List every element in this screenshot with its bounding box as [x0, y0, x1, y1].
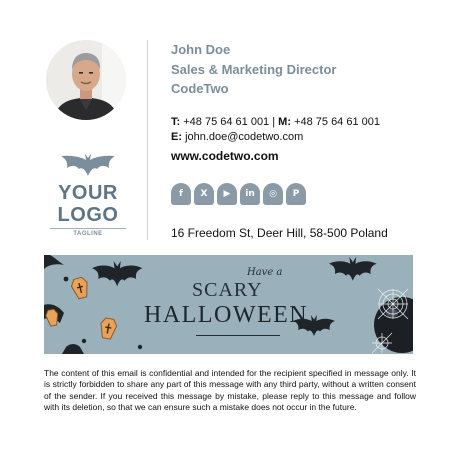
company-logo: YOUR LOGO TAGLINE [44, 150, 132, 237]
logo-divider [50, 228, 126, 229]
bat-logo-icon [61, 154, 115, 176]
banner-rule [196, 335, 280, 336]
email-link[interactable]: john.doe@codetwo.com [185, 131, 303, 143]
phone-number[interactable]: +48 75 64 61 001 [183, 116, 269, 128]
banner-line1: Have a [247, 267, 283, 278]
email-line: E: john.doe@codetwo.com [171, 131, 303, 143]
logo-tagline: TAGLINE [73, 231, 103, 237]
person-name: John Doe [171, 42, 231, 57]
pinterest-icon[interactable]: P [286, 183, 306, 205]
facebook-icon[interactable]: f [171, 183, 191, 205]
banner-line3: HALLOWEEN [144, 302, 309, 328]
company-name: CodeTwo [171, 81, 229, 96]
vertical-divider [147, 40, 148, 240]
logo-text: YOUR LOGO [57, 182, 119, 226]
linkedin-icon[interactable]: in [240, 183, 260, 205]
social-icons: f X ▶ in ◎ P [171, 183, 306, 205]
avatar [46, 40, 126, 120]
email-label: E: [171, 131, 182, 143]
x-icon[interactable]: X [194, 183, 214, 205]
phone-label: T: [171, 116, 181, 128]
job-title: Sales & Marketing Director [171, 62, 337, 77]
mobile-label: M: [278, 116, 291, 128]
website-link[interactable]: www.codetwo.com [171, 149, 279, 163]
instagram-icon[interactable]: ◎ [263, 183, 283, 205]
legal-disclaimer: The content of this email is confidentia… [44, 368, 416, 413]
youtube-icon[interactable]: ▶ [217, 183, 237, 205]
banner-line2: SCARY [192, 279, 263, 301]
phone-line: T: +48 75 64 61 001 | M: +48 75 64 61 00… [171, 116, 380, 128]
address: 16 Freedom St, Deer Hill, 58-500 Poland [171, 226, 388, 240]
halloween-banner[interactable]: Have a SCARY HALLOWEEN [44, 255, 413, 354]
phone-separator: | [272, 116, 276, 128]
mobile-number[interactable]: +48 75 64 61 001 [294, 116, 380, 128]
